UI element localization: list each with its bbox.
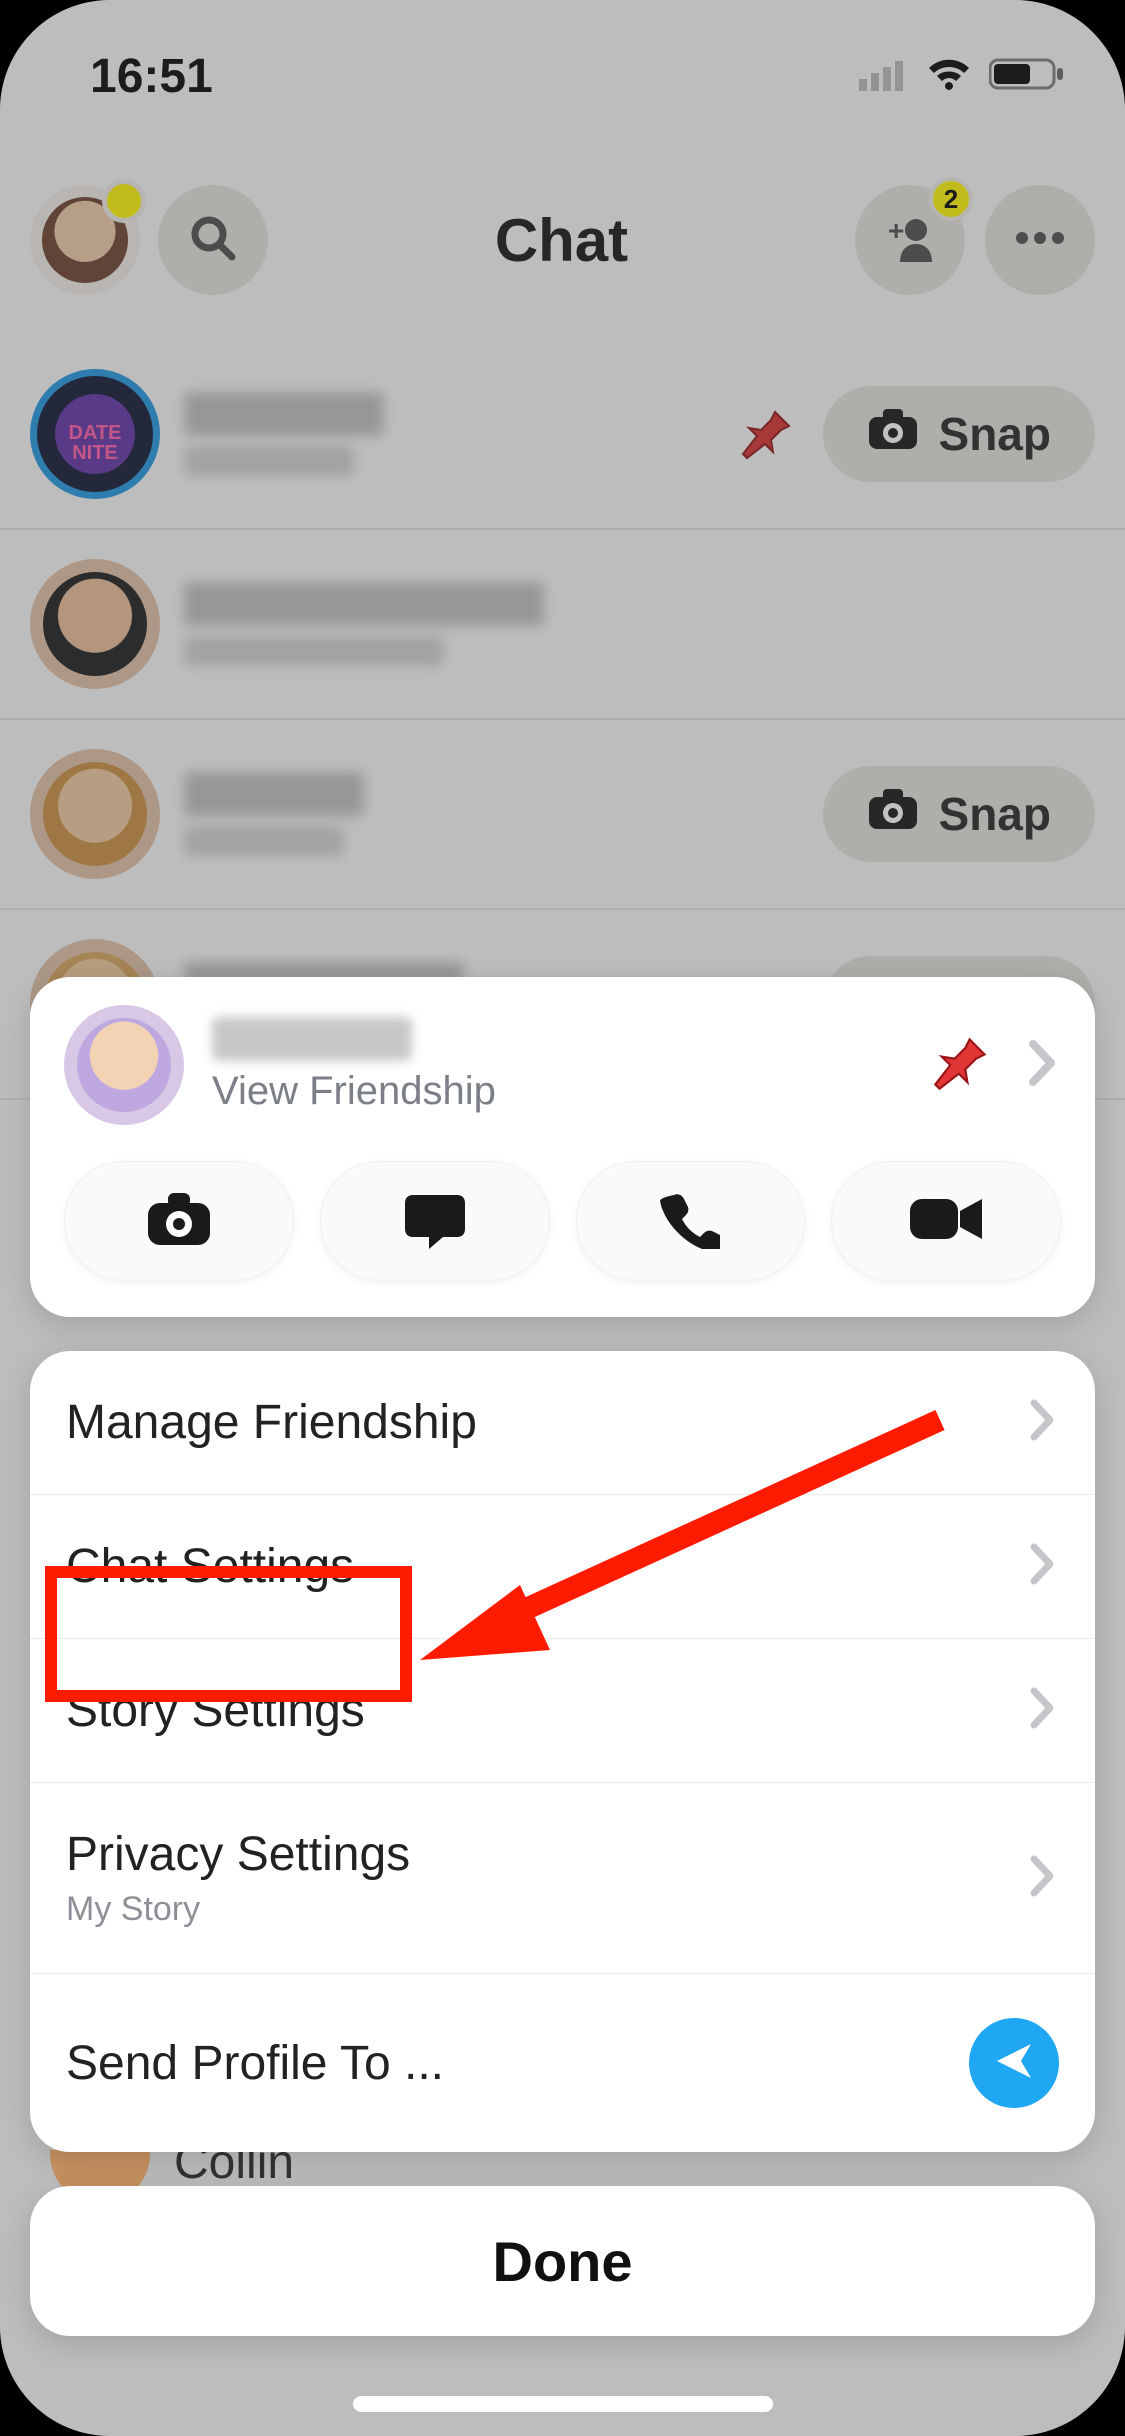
chat-row[interactable] (0, 530, 1125, 720)
send-icon (991, 2038, 1037, 2089)
svg-text:DATE: DATE (69, 422, 122, 444)
chevron-right-icon[interactable] (1027, 1038, 1061, 1093)
chevron-right-icon (1029, 1542, 1059, 1591)
menu-label: Chat Settings (66, 1539, 354, 1594)
pin-icon (735, 406, 799, 462)
menu-label: Manage Friendship (66, 1395, 477, 1450)
manage-friendship-item[interactable]: Manage Friendship (30, 1351, 1095, 1495)
svg-text:NITE: NITE (72, 442, 118, 464)
redacted-name (184, 582, 544, 626)
svg-text:+: + (888, 215, 904, 246)
chevron-right-icon (1029, 1686, 1059, 1735)
menu-label: Privacy Settings (66, 1827, 410, 1882)
chat-icon (403, 1189, 467, 1254)
redacted-subtext (184, 636, 444, 666)
wifi-icon (925, 56, 973, 97)
chat-row[interactable]: DATENITE Snap (0, 340, 1125, 530)
notification-dot-icon (102, 179, 146, 223)
phone-icon (660, 1189, 720, 1254)
more-button[interactable] (985, 185, 1095, 295)
menu-label: Send Profile To ... (66, 2036, 444, 2091)
pin-icon[interactable] (931, 1033, 991, 1098)
chat-action-button[interactable] (320, 1161, 550, 1281)
privacy-settings-item[interactable]: Privacy Settings My Story (30, 1783, 1095, 1974)
video-icon (908, 1193, 984, 1250)
my-profile-button[interactable] (30, 185, 140, 295)
chat-header: Chat + 2 (0, 150, 1125, 330)
redacted-subtext (184, 446, 354, 476)
chevron-right-icon (1029, 1398, 1059, 1447)
add-friend-badge: 2 (929, 177, 973, 221)
send-profile-item[interactable]: Send Profile To ... (30, 1974, 1095, 2152)
redacted-friend-name (212, 1017, 412, 1061)
send-button[interactable] (969, 2018, 1059, 2108)
profile-action-card: View Friendship (30, 977, 1095, 1317)
status-bar: 16:51 (0, 0, 1125, 130)
redacted-name (184, 392, 384, 436)
avatar-story-ring[interactable]: DATENITE (30, 369, 160, 499)
camera-icon (867, 407, 919, 462)
home-indicator[interactable] (353, 2396, 773, 2412)
redacted-subtext (184, 826, 344, 856)
friend-avatar[interactable] (64, 1005, 184, 1125)
cellular-icon (859, 57, 909, 96)
view-friendship-link[interactable]: View Friendship (212, 1069, 903, 1114)
snap-label: Snap (939, 407, 1051, 461)
status-time: 16:51 (90, 49, 213, 104)
done-button[interactable]: Done (30, 2186, 1095, 2336)
snap-label: Snap (939, 787, 1051, 841)
more-icon (1012, 228, 1068, 253)
snap-button[interactable]: Snap (823, 766, 1095, 862)
settings-menu-card: Manage Friendship Chat Settings Story Se… (30, 1351, 1095, 2152)
page-title: Chat (268, 206, 855, 275)
chevron-right-icon (1029, 1854, 1059, 1903)
chat-row[interactable]: Snap (0, 720, 1125, 910)
camera-icon (144, 1189, 214, 1254)
battery-icon (989, 56, 1065, 97)
search-icon (188, 213, 238, 268)
video-call-button[interactable] (831, 1161, 1061, 1281)
avatar[interactable] (30, 559, 160, 689)
status-indicators (859, 56, 1065, 97)
camera-action-button[interactable] (64, 1161, 294, 1281)
snap-button[interactable]: Snap (823, 386, 1095, 482)
story-settings-item[interactable]: Story Settings (30, 1639, 1095, 1783)
menu-label: Story Settings (66, 1683, 365, 1738)
redacted-name (184, 772, 364, 816)
add-friend-icon: + (882, 214, 938, 267)
voice-call-button[interactable] (576, 1161, 806, 1281)
add-friend-button[interactable]: + 2 (855, 185, 965, 295)
search-button[interactable] (158, 185, 268, 295)
camera-icon (867, 787, 919, 842)
avatar[interactable] (30, 749, 160, 879)
chat-settings-item[interactable]: Chat Settings (30, 1495, 1095, 1639)
menu-subtext: My Story (66, 1890, 410, 1929)
